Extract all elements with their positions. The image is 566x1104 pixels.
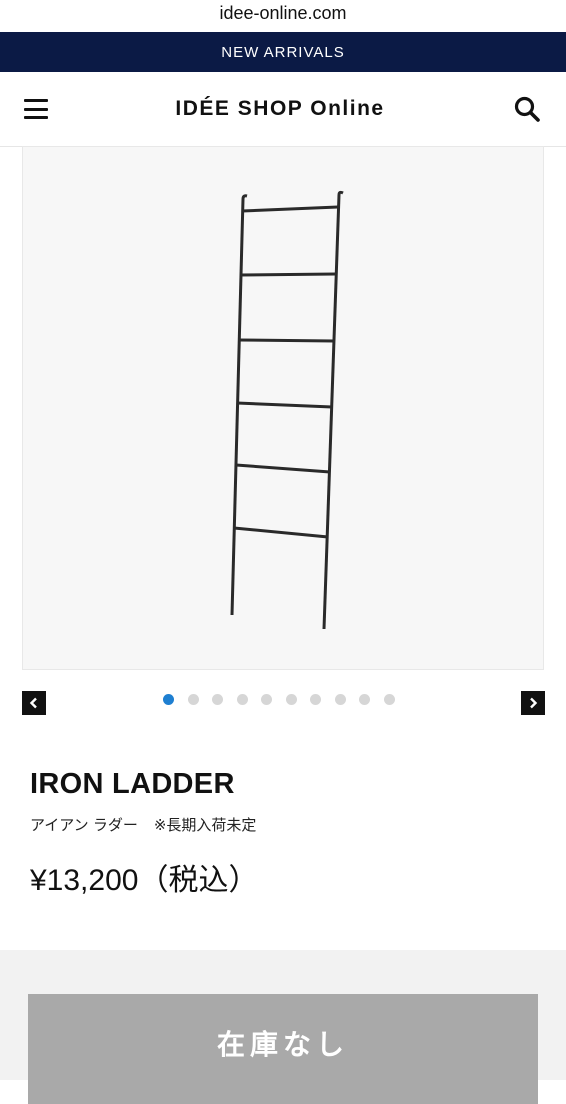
search-icon[interactable] [512, 94, 542, 124]
site-header: IDÉE SHOP Online [0, 72, 566, 147]
gallery-dot[interactable] [310, 694, 321, 705]
gallery-dot[interactable] [285, 694, 297, 705]
gallery-next-button[interactable] [521, 691, 545, 715]
gallery-dot[interactable] [236, 694, 248, 705]
product-price: ¥13,200（税込） [30, 864, 259, 897]
gallery-dot[interactable] [359, 694, 370, 705]
chevron-left-icon [29, 697, 37, 709]
promo-banner[interactable]: NEW ARRIVALS [0, 32, 566, 72]
hamburger-menu-icon[interactable] [24, 99, 48, 119]
out-of-stock-button[interactable]: 在庫なし [28, 994, 538, 1104]
gallery-dot[interactable] [212, 694, 223, 705]
product-title: IRON LADDER [30, 768, 235, 800]
product-name-japanese: アイアン ラダー [30, 817, 138, 834]
stock-note: ※長期入荷未定 [153, 817, 257, 834]
gallery-prev-button[interactable] [22, 691, 46, 715]
site-logo[interactable]: IDÉE SHOP Online [175, 97, 384, 121]
gallery-dot[interactable] [187, 694, 199, 705]
gallery-dot[interactable] [261, 694, 272, 705]
browser-url-text: idee-online.com [219, 3, 347, 23]
purchase-panel: 在庫なし [0, 950, 566, 1104]
product-subtitle: アイアン ラダー ※長期入荷未定 [30, 814, 540, 835]
promo-banner-label: NEW ARRIVALS [221, 43, 345, 61]
product-info: IRON LADDER アイアン ラダー ※長期入荷未定 ¥13,200（税込） [30, 766, 540, 899]
browser-url-bar[interactable]: idee-online.com [0, 0, 566, 32]
product-image-gallery[interactable] [22, 146, 544, 670]
chevron-right-icon [530, 697, 538, 709]
product-image-iron-ladder [23, 147, 543, 669]
gallery-dot[interactable] [334, 694, 346, 705]
gallery-dot[interactable] [163, 694, 174, 705]
gallery-dot[interactable] [383, 694, 395, 705]
gallery-pagination [163, 694, 395, 705]
